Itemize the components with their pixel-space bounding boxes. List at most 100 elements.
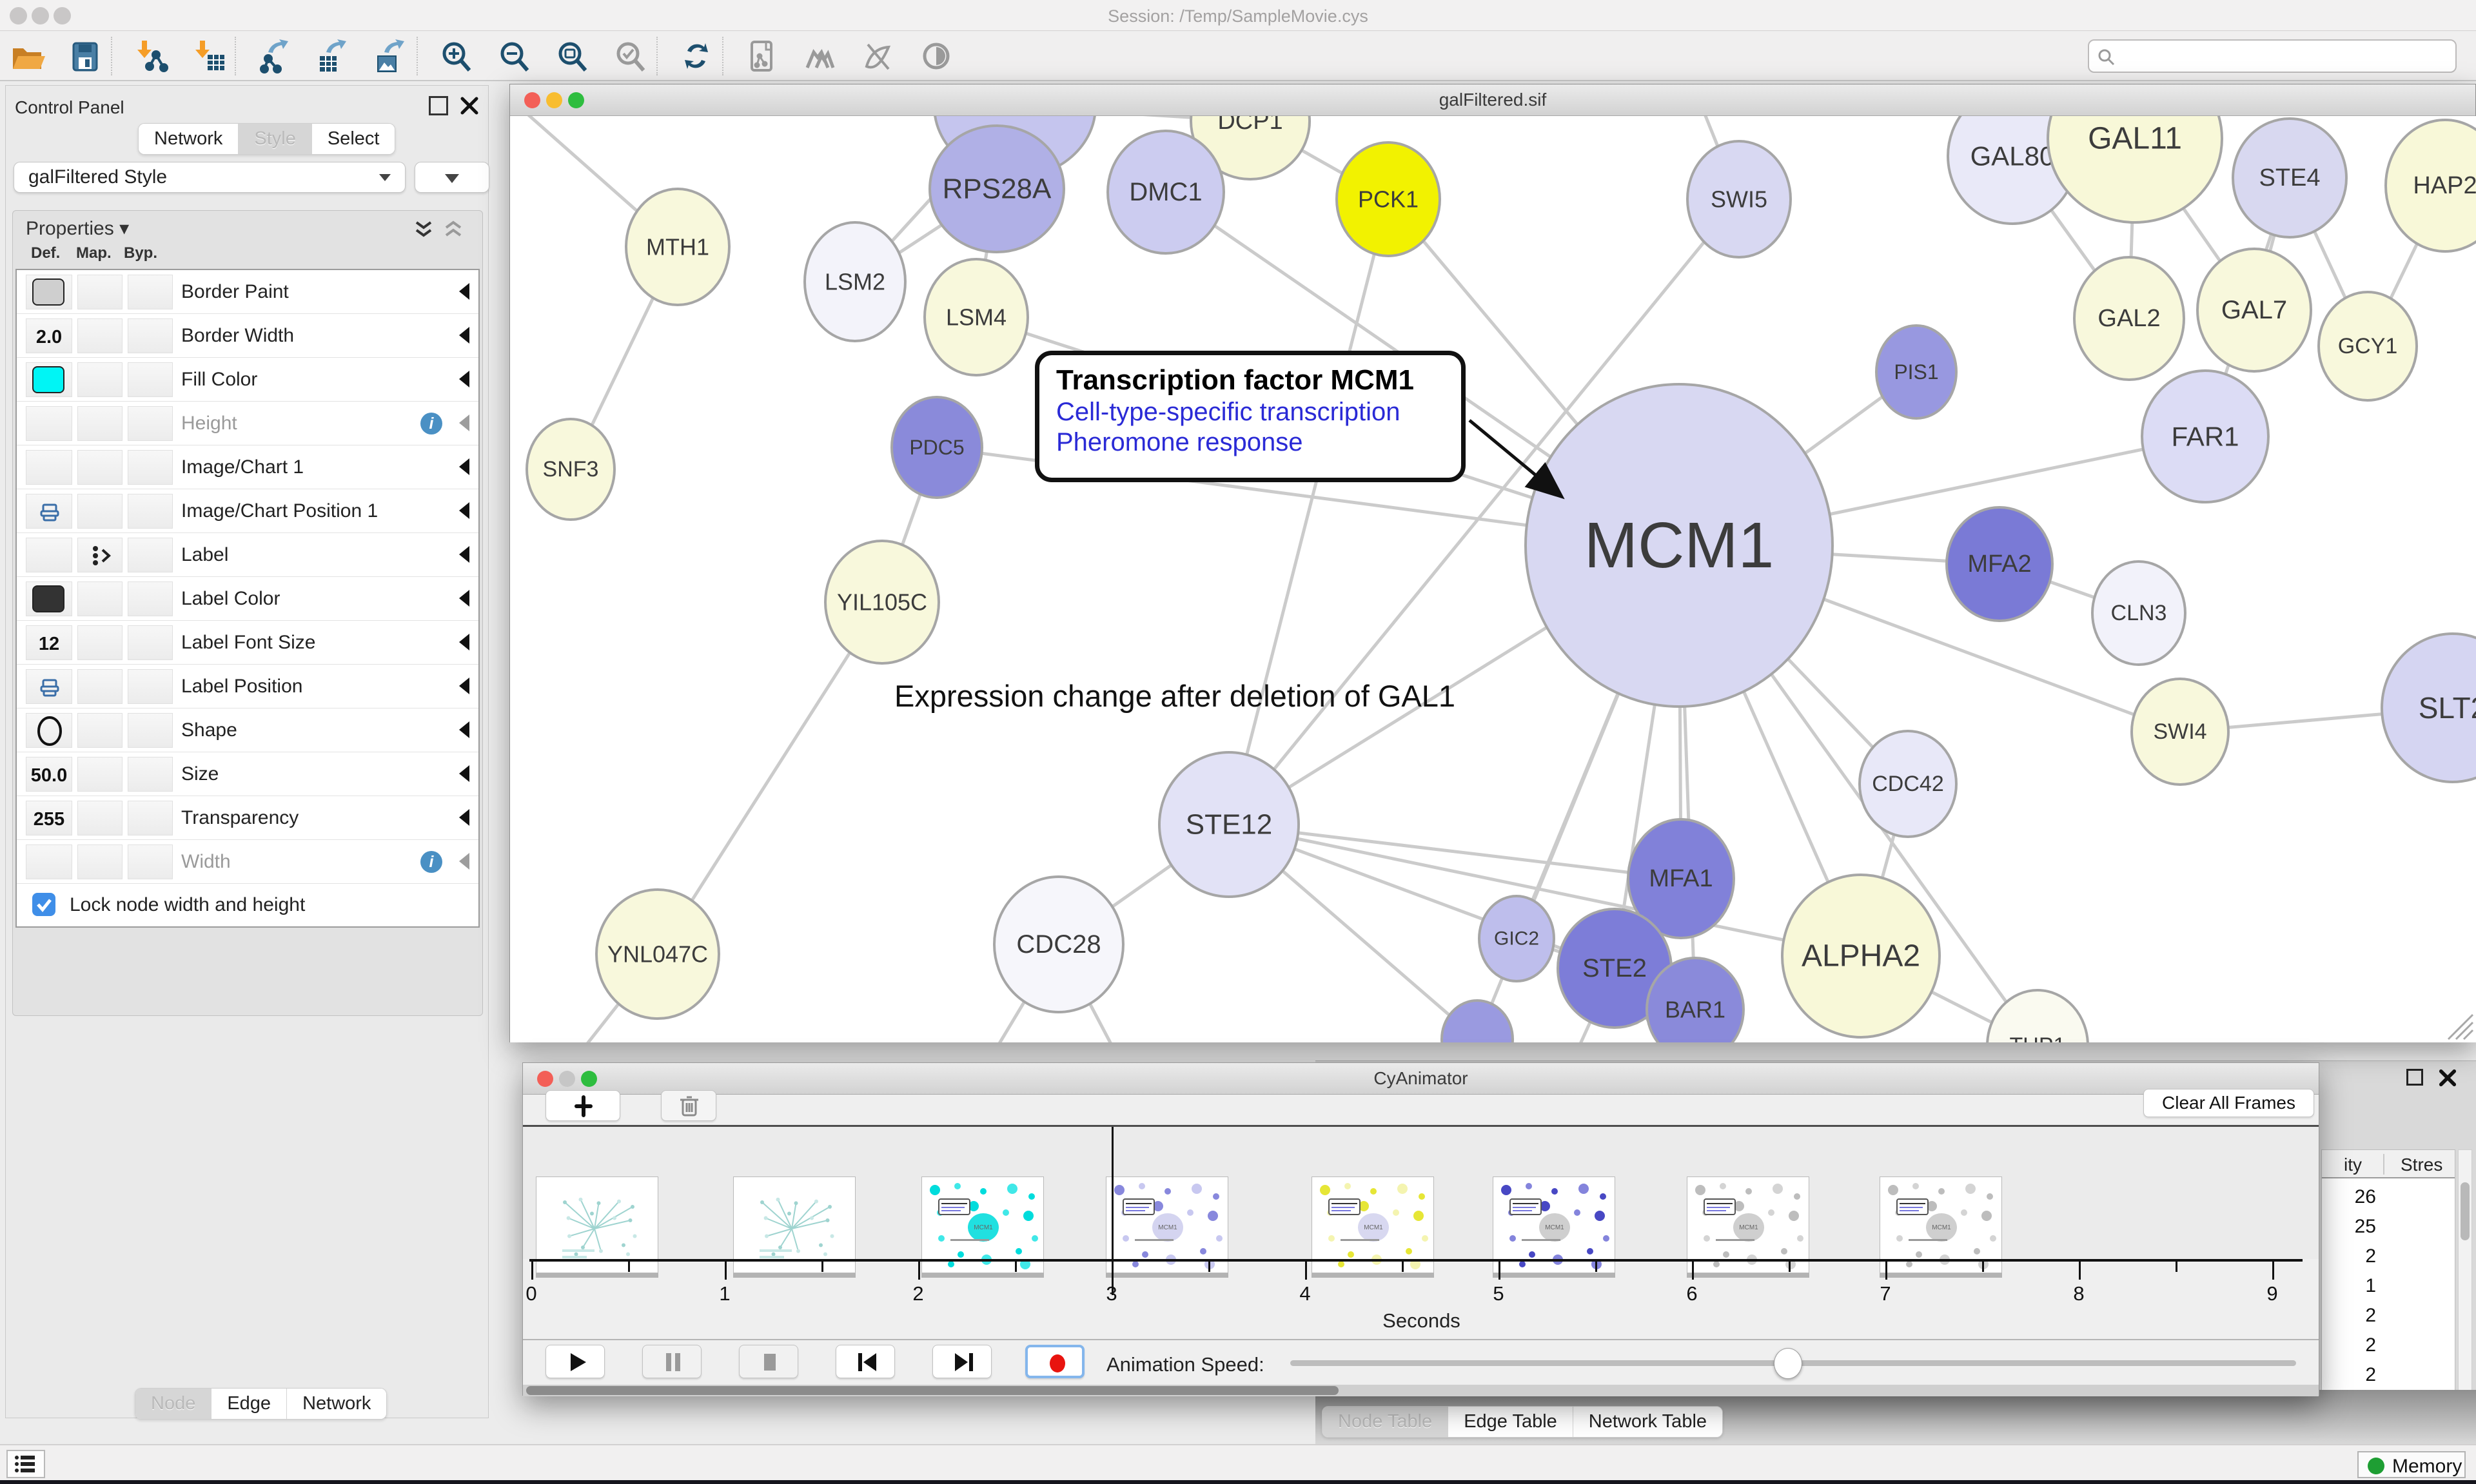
prop-def-cell[interactable]: 255 — [26, 801, 72, 835]
color-swatch[interactable] — [32, 585, 64, 612]
prop-byp-cell[interactable] — [128, 275, 173, 309]
prop-map-cell[interactable] — [77, 669, 123, 704]
search-input[interactable] — [2088, 39, 2457, 73]
prop-map-cell[interactable] — [77, 494, 123, 529]
open-session-icon[interactable] — [9, 38, 45, 74]
property-row-width[interactable]: Widthi — [17, 840, 478, 884]
float-panel-icon[interactable] — [2406, 1069, 2423, 1086]
memory-button[interactable]: Memory — [2357, 1451, 2466, 1478]
network-canvas[interactable]: RPS28BDCP1RPS28ADMC1MTH1LSM2LSM4PCK1SWI5… — [510, 116, 2476, 1042]
close-panel-icon[interactable] — [460, 96, 479, 115]
prop-def-cell[interactable] — [26, 494, 72, 529]
prop-map-cell[interactable] — [77, 538, 123, 572]
column-header[interactable]: Stres — [2401, 1155, 2442, 1175]
scrollbar-thumb[interactable] — [526, 1386, 1339, 1395]
info-icon[interactable]: i — [420, 413, 442, 434]
properties-header[interactable]: Properties ▾ — [26, 217, 129, 240]
prop-byp-cell[interactable] — [128, 669, 173, 704]
property-row-fill-color[interactable]: Fill Color — [17, 358, 478, 402]
prop-map-cell[interactable] — [77, 757, 123, 792]
prop-def-cell[interactable] — [26, 275, 72, 309]
property-row-label-position[interactable]: Label Position — [17, 665, 478, 708]
prop-def-cell[interactable]: 12 — [26, 625, 72, 660]
prop-byp-cell[interactable] — [128, 581, 173, 616]
prop-def-cell[interactable] — [26, 713, 72, 748]
color-swatch[interactable] — [32, 366, 64, 393]
panel-tab-node[interactable]: Node — [135, 1389, 211, 1419]
import-table-icon[interactable] — [191, 38, 227, 74]
stop-button[interactable] — [739, 1345, 798, 1378]
style-options-button[interactable] — [415, 162, 489, 193]
expand-row-icon[interactable] — [459, 415, 469, 431]
property-row-height[interactable]: Heighti — [17, 402, 478, 445]
annotation-link[interactable]: Pheromone response — [1056, 428, 1444, 457]
property-row-label-color[interactable]: Label Color — [17, 577, 478, 621]
expand-row-icon[interactable] — [459, 502, 469, 519]
property-row-size[interactable]: 50.0Size — [17, 752, 478, 796]
tab-style[interactable]: Style — [239, 124, 311, 154]
prop-def-cell[interactable] — [26, 581, 72, 616]
prop-def-cell[interactable] — [26, 845, 72, 879]
hide-graphics-icon[interactable] — [860, 38, 896, 74]
network-edge-PCK1-STE12[interactable] — [1229, 199, 1388, 825]
add-frame-button[interactable] — [545, 1090, 620, 1121]
skip-to-start-button[interactable] — [836, 1345, 895, 1378]
play-button[interactable] — [545, 1345, 605, 1378]
table-cell[interactable]: 26 — [2322, 1186, 2376, 1208]
prop-byp-cell[interactable] — [128, 713, 173, 748]
expand-row-icon[interactable] — [459, 590, 469, 607]
network-window-titlebar[interactable]: galFiltered.sif — [510, 84, 2475, 116]
delete-frame-button[interactable] — [661, 1090, 716, 1121]
prop-def-cell[interactable] — [26, 669, 72, 704]
property-row-label[interactable]: Label — [17, 533, 478, 577]
horizontal-scrollbar[interactable] — [523, 1385, 2319, 1396]
prop-map-cell[interactable] — [77, 625, 123, 660]
panel-tab-network[interactable]: Network — [287, 1389, 386, 1419]
style-select[interactable]: galFiltered Style — [14, 162, 406, 193]
zoom-in-icon[interactable] — [438, 38, 475, 74]
zoom-selected-icon[interactable] — [613, 38, 649, 74]
table-cell[interactable]: 2 — [2322, 1364, 2376, 1386]
export-network-icon[interactable] — [257, 38, 293, 74]
table-cell[interactable]: 1 — [2322, 1275, 2376, 1297]
resize-grip[interactable] — [2448, 1015, 2473, 1039]
property-row-border-paint[interactable]: Border Paint — [17, 270, 478, 314]
prop-map-cell[interactable] — [77, 845, 123, 879]
table-tab-node-table[interactable]: Node Table — [1322, 1407, 1448, 1437]
lock-checkbox[interactable] — [32, 893, 55, 916]
prop-byp-cell[interactable] — [128, 362, 173, 397]
table-tab-edge-table[interactable]: Edge Table — [1448, 1407, 1573, 1437]
annotation-link[interactable]: Cell-type-specific transcription — [1056, 398, 1444, 427]
info-icon[interactable]: i — [420, 851, 442, 873]
annotation-box[interactable]: Transcription factor MCM1 Cell-type-spec… — [1035, 351, 1466, 482]
export-table-icon[interactable] — [315, 38, 351, 74]
cyanimator-titlebar[interactable]: CyAnimator — [523, 1063, 2319, 1095]
prop-byp-cell[interactable] — [128, 757, 173, 792]
clear-all-frames-button[interactable]: Clear All Frames — [2143, 1089, 2314, 1117]
prop-def-cell[interactable] — [26, 362, 72, 397]
network-node-N1[interactable] — [1442, 1001, 1513, 1042]
prop-def-cell[interactable] — [26, 450, 72, 485]
import-network-icon[interactable] — [133, 38, 169, 74]
property-row-border-width[interactable]: 2.0Border Width — [17, 314, 478, 358]
expand-row-icon[interactable] — [459, 327, 469, 344]
prop-byp-cell[interactable] — [128, 450, 173, 485]
prop-byp-cell[interactable] — [128, 625, 173, 660]
export-image-icon[interactable] — [373, 38, 409, 74]
pause-button[interactable] — [642, 1345, 702, 1378]
expand-row-icon[interactable] — [459, 458, 469, 475]
prop-def-cell[interactable]: 50.0 — [26, 757, 72, 792]
property-row-image-chart-1[interactable]: Image/Chart 1 — [17, 445, 478, 489]
expand-row-icon[interactable] — [459, 809, 469, 826]
zoom-out-icon[interactable] — [496, 38, 533, 74]
prop-map-cell[interactable] — [77, 406, 123, 441]
table-cell[interactable]: 2 — [2322, 1334, 2376, 1356]
record-button[interactable] — [1025, 1345, 1085, 1378]
property-row-image-chart-position-1[interactable]: Image/Chart Position 1 — [17, 489, 478, 533]
expand-all-icon[interactable] — [413, 220, 435, 239]
expand-row-icon[interactable] — [459, 634, 469, 650]
zoom-fit-icon[interactable] — [555, 38, 591, 74]
column-header[interactable]: ity — [2344, 1155, 2362, 1175]
task-history-button[interactable] — [6, 1450, 45, 1478]
table-cell[interactable]: 2 — [2322, 1305, 2376, 1327]
